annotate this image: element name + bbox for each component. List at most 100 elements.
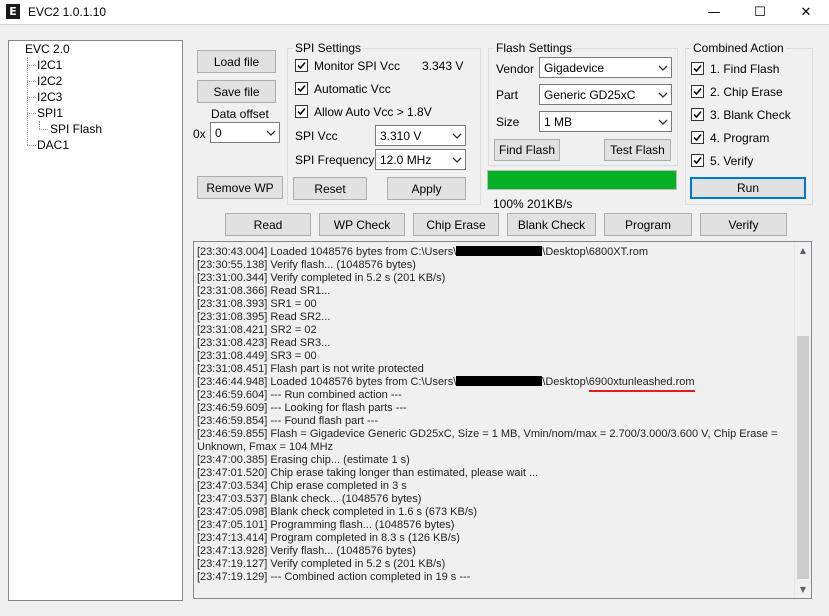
save-file-button[interactable]: Save file [197, 80, 276, 103]
log-text: [23:47:05.098] Blank check completed in … [197, 506, 478, 518]
log-output[interactable]: [23:30:43.004] Loaded 1048576 bytes from… [193, 241, 812, 599]
log-text: [23:31:08.366] Read SR1... [197, 285, 331, 297]
log-text: \Desktop\ [542, 376, 589, 388]
log-text: [23:31:00.344] Verify completed in 5.2 s… [197, 272, 446, 284]
close-button[interactable]: ✕ [783, 0, 829, 24]
find-flash-checkbox[interactable] [691, 62, 704, 75]
progress-bar [487, 170, 677, 190]
log-text: [23:31:08.393] SR1 = 00 [197, 298, 317, 310]
program-button[interactable]: Program [604, 213, 692, 236]
spi-vcc-dropdown[interactable]: 3.310 V [375, 125, 466, 146]
scrollbar-thumb[interactable] [797, 336, 809, 579]
vendor-value: Gigadevice [544, 61, 605, 75]
spi-settings-title: SPI Settings [293, 41, 364, 55]
tree-item-i2c1[interactable]: I2C1 [37, 58, 62, 72]
offset-prefix-label: 0x [193, 127, 206, 141]
find-flash-option-label: 1. Find Flash [710, 62, 780, 76]
chevron-down-icon [658, 65, 668, 71]
log-text: [23:47:13.928] Verify flash... (1048576 … [197, 545, 416, 557]
tree-item-i2c2[interactable]: I2C2 [37, 74, 62, 88]
checkmark-icon [693, 64, 702, 73]
scroll-down-icon[interactable]: ▼ [795, 581, 811, 598]
chevron-down-icon [658, 119, 668, 125]
monitor-spi-vcc-checkbox[interactable] [295, 59, 308, 72]
log-text: [23:47:03.537] Blank check... (1048576 b… [197, 493, 422, 505]
tree-connector [27, 97, 36, 98]
size-value: 1 MB [544, 115, 573, 129]
data-offset-dropdown[interactable]: 0 [210, 122, 280, 143]
log-line: [23:47:03.534] Chip erase completed in 3… [197, 480, 793, 493]
tree-root-evc[interactable]: EVC 2.0 [25, 42, 70, 56]
spi-frequency-dropdown[interactable]: 12.0 MHz [375, 149, 466, 170]
checkmark-icon [297, 107, 306, 116]
tree-connector [27, 57, 28, 145]
apply-button[interactable]: Apply [387, 177, 466, 200]
scroll-up-icon[interactable]: ▲ [795, 242, 811, 259]
blank-check-button[interactable]: Blank Check [507, 213, 596, 236]
allow-auto-vcc-checkbox[interactable] [295, 105, 308, 118]
chevron-down-icon [266, 130, 276, 136]
tree-item-dac1[interactable]: DAC1 [37, 138, 69, 152]
log-text: [23:47:13.414] Program completed in 8.3 … [197, 532, 460, 544]
chevron-down-icon [658, 92, 668, 98]
log-text: [23:47:19.127] Verify completed in 5.2 s… [197, 558, 446, 570]
log-line: [23:31:08.451] Flash part is not write p… [197, 363, 793, 376]
tree-connector [27, 145, 36, 146]
maximize-button[interactable]: ☐ [737, 0, 783, 24]
highlighted-filename: 6900xtunleashed.rom [588, 376, 695, 392]
log-text: [23:47:01.520] Chip erase taking longer … [197, 467, 539, 479]
test-flash-button[interactable]: Test Flash [604, 139, 671, 161]
program-checkbox[interactable] [691, 131, 704, 144]
log-line: [23:47:05.101] Programming flash... (104… [197, 519, 793, 532]
log-line: [23:31:08.423] Read SR3... [197, 337, 793, 350]
tree-item-spi-flash[interactable]: SPI Flash [50, 122, 102, 136]
app-icon: E [6, 4, 20, 19]
tree-connector [39, 121, 40, 129]
wp-check-button[interactable]: WP Check [319, 213, 405, 236]
size-label: Size [496, 115, 520, 129]
minimize-button[interactable]: — [691, 0, 737, 24]
spi-frequency-value: 12.0 MHz [380, 153, 432, 167]
blank-check-option-label: 3. Blank Check [710, 108, 791, 122]
tree-item-i2c3[interactable]: I2C3 [37, 90, 62, 104]
log-text: [23:47:05.101] Programming flash... (104… [197, 519, 455, 531]
log-line: [23:31:08.449] SR3 = 00 [197, 350, 793, 363]
checkmark-icon [693, 110, 702, 119]
reset-button[interactable]: Reset [293, 177, 367, 200]
vendor-dropdown[interactable]: Gigadevice [539, 57, 672, 78]
verify-checkbox[interactable] [691, 154, 704, 167]
log-text: \Desktop\6800XT.rom [542, 246, 649, 258]
log-text: [23:31:08.395] Read SR2... [197, 311, 331, 323]
log-line: [23:47:05.098] Blank check completed in … [197, 506, 793, 519]
monitor-spi-vcc-value: 3.343 V [422, 59, 464, 73]
chip-erase-checkbox[interactable] [691, 85, 704, 98]
verify-button[interactable]: Verify [700, 213, 787, 236]
log-text: [23:46:44.948] Loaded 1048576 bytes from… [197, 376, 457, 388]
checkmark-icon [297, 61, 306, 70]
remove-wp-button[interactable]: Remove WP [197, 176, 283, 199]
run-button[interactable]: Run [690, 177, 806, 199]
chip-erase-option-label: 2. Chip Erase [710, 85, 783, 99]
log-line: [23:47:19.129] --- Combined action compl… [197, 571, 793, 584]
load-file-button[interactable]: Load file [197, 50, 276, 73]
log-lines: [23:30:43.004] Loaded 1048576 bytes from… [197, 246, 793, 584]
find-flash-button[interactable]: Find Flash [494, 139, 560, 161]
log-scrollbar[interactable]: ▲ ▼ [794, 242, 811, 598]
tree-item-spi1[interactable]: SPI1 [37, 106, 63, 120]
log-line: [23:47:19.127] Verify completed in 5.2 s… [197, 558, 793, 571]
part-dropdown[interactable]: Generic GD25xC [539, 84, 672, 105]
spi-vcc-label: SPI Vcc [295, 129, 338, 143]
log-line: [23:30:43.004] Loaded 1048576 bytes from… [197, 246, 793, 259]
chip-erase-button[interactable]: Chip Erase [413, 213, 499, 236]
blank-check-checkbox[interactable] [691, 108, 704, 121]
log-text: [23:47:03.534] Chip erase completed in 3… [197, 480, 407, 492]
checkmark-icon [297, 84, 306, 93]
automatic-vcc-checkbox[interactable] [295, 82, 308, 95]
read-button[interactable]: Read [225, 213, 311, 236]
automatic-vcc-label: Automatic Vcc [314, 82, 391, 96]
verify-option-label: 5. Verify [710, 154, 754, 168]
device-tree[interactable]: EVC 2.0 I2C1 I2C2 I2C3 SPI1 SPI Flash DA… [8, 40, 183, 601]
log-line: [23:47:13.414] Program completed in 8.3 … [197, 532, 793, 545]
log-line: [23:31:08.366] Read SR1... [197, 285, 793, 298]
size-dropdown[interactable]: 1 MB [539, 111, 672, 132]
